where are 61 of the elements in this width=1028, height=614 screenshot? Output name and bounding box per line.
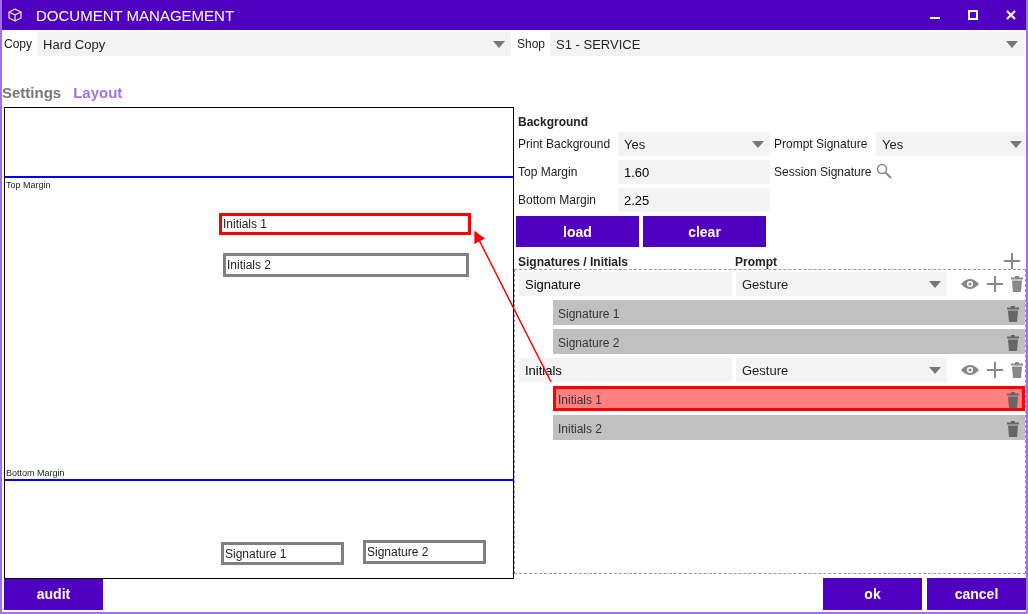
signatures-heading: Signatures / Initials — [517, 255, 630, 269]
placed-field[interactable]: Initials 2 — [223, 253, 469, 277]
eye-icon[interactable] — [961, 278, 979, 290]
close-icon[interactable] — [1006, 10, 1016, 20]
shop-dropdown[interactable]: S1 - SERVICE — [550, 32, 1024, 56]
list-item[interactable]: Signature 2 — [553, 329, 1025, 354]
field-label: Prompt Signature — [774, 137, 869, 151]
background-heading: Background — [517, 115, 589, 129]
prompt-signature-dropdown[interactable]: Yes — [876, 132, 1026, 156]
item-label: Initials 1 — [558, 392, 603, 407]
field-label: Session Signature — [774, 165, 872, 179]
field-label: Bottom Margin — [518, 193, 598, 207]
cube-icon — [8, 8, 22, 22]
footer-button[interactable]: audit — [4, 578, 103, 610]
shop-label: Shop — [517, 37, 546, 51]
group-name-field[interactable]: Signature — [519, 272, 732, 296]
tab[interactable]: Settings — [2, 84, 62, 101]
search-icon[interactable] — [876, 162, 892, 179]
action-button[interactable]: load — [516, 216, 639, 247]
item-label: Initials 2 — [558, 421, 603, 436]
caret-icon — [929, 280, 941, 288]
action-button[interactable]: clear — [643, 216, 766, 247]
top-margin-label: Top Margin — [6, 180, 51, 190]
add-icon[interactable] — [1004, 253, 1020, 269]
add-icon[interactable] — [987, 362, 1003, 378]
top-margin-field[interactable]: 1.60 — [618, 160, 770, 184]
trash-icon[interactable] — [1011, 362, 1023, 378]
trash-icon[interactable] — [1007, 420, 1019, 437]
list-item[interactable]: Signature 1 — [553, 300, 1025, 325]
field-label: Print Background — [518, 137, 612, 151]
list-item[interactable]: Initials 2 — [553, 415, 1025, 440]
copy-dropdown[interactable]: Hard Copy — [37, 32, 511, 56]
eye-icon[interactable] — [961, 364, 979, 376]
bottom-margin-field[interactable]: 2.25 — [618, 188, 770, 212]
item-label: Signature 1 — [558, 306, 620, 321]
trash-icon[interactable] — [1007, 334, 1019, 351]
window-title: DOCUMENT MANAGEMENT — [36, 6, 235, 24]
prompt-dropdown[interactable]: Gesture — [736, 358, 947, 382]
item-label: Signature 2 — [558, 335, 620, 350]
caret-icon — [1006, 40, 1018, 48]
prompt-dropdown[interactable]: Gesture — [736, 272, 947, 296]
placed-field[interactable]: Initials 1 — [219, 213, 471, 235]
print-background-dropdown[interactable]: Yes — [618, 132, 770, 156]
trash-icon[interactable] — [1007, 391, 1019, 408]
add-icon[interactable] — [987, 276, 1003, 292]
caret-icon — [752, 140, 764, 148]
list-item[interactable]: Initials 1 — [553, 386, 1025, 411]
maximize-icon[interactable] — [968, 10, 978, 20]
bottom-margin-label: Bottom Margin — [6, 468, 65, 478]
caret-icon — [929, 366, 941, 374]
field-label: Top Margin — [518, 165, 579, 179]
caret-icon — [493, 40, 505, 48]
trash-icon[interactable] — [1011, 276, 1023, 292]
footer-button[interactable]: cancel — [927, 578, 1026, 610]
placed-field[interactable]: Signature 2 — [363, 540, 486, 564]
caret-icon — [1010, 140, 1022, 148]
copy-label: Copy — [4, 37, 32, 51]
footer-button[interactable]: ok — [823, 578, 922, 610]
placed-field[interactable]: Signature 1 — [221, 542, 344, 565]
prompt-heading: Prompt — [734, 255, 777, 269]
trash-icon[interactable] — [1007, 305, 1019, 322]
